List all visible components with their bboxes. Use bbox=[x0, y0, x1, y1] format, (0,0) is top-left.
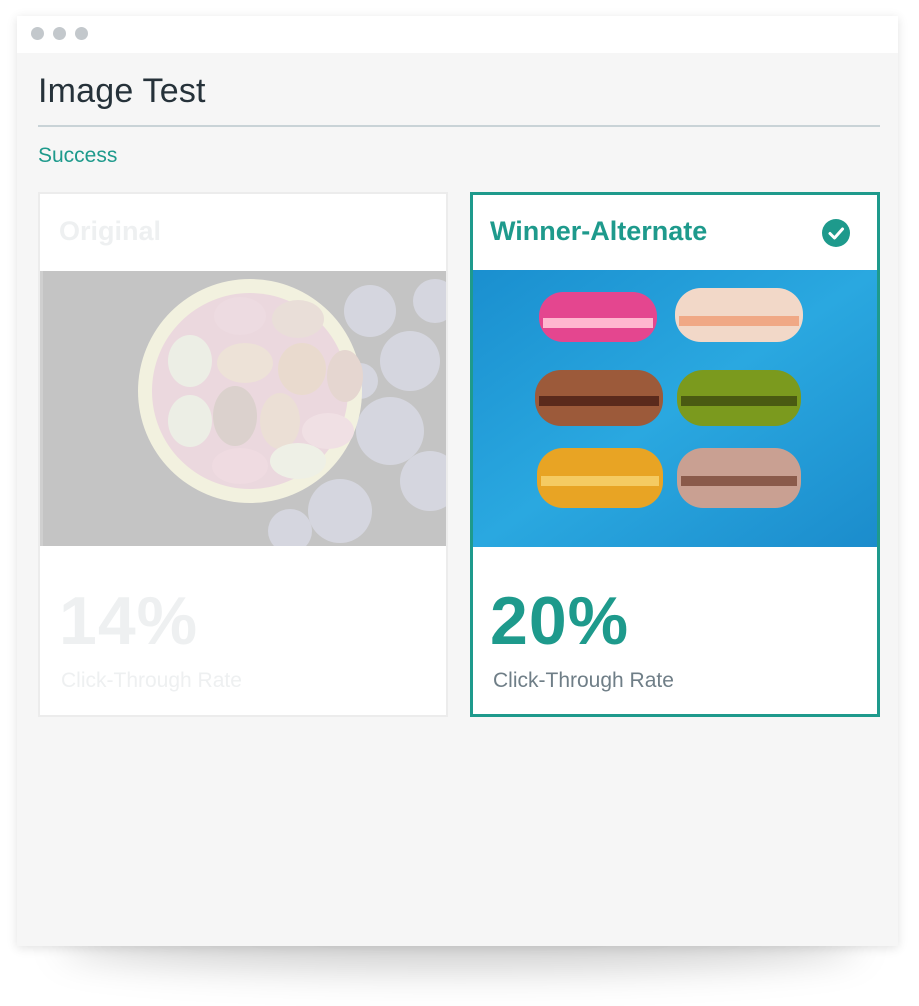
variant-title: Original bbox=[59, 216, 162, 246]
variant-metric-label: Click-Through Rate bbox=[61, 669, 242, 692]
window-minimize-dot[interactable] bbox=[53, 27, 66, 40]
variant-card-header: Winner-Alternate bbox=[473, 195, 877, 272]
title-divider bbox=[38, 125, 880, 127]
variant-image-original bbox=[40, 271, 446, 546]
status-label: Success bbox=[38, 144, 118, 167]
window-maximize-dot[interactable] bbox=[75, 27, 88, 40]
variant-card-original[interactable]: Original 14% Click-Through Rate bbox=[38, 192, 448, 717]
check-circle-icon bbox=[822, 219, 850, 247]
page-title: Image Test bbox=[38, 72, 206, 110]
variant-image-winner bbox=[473, 270, 877, 547]
variant-card-header: Original bbox=[40, 194, 446, 271]
variant-title: Winner-Alternate bbox=[490, 216, 708, 246]
variant-card-winner[interactable]: Winner-Alternate 20% Click-Through Rate bbox=[470, 192, 880, 717]
variant-metric-label: Click-Through Rate bbox=[493, 669, 674, 692]
variant-rate: 14% bbox=[59, 583, 199, 659]
variant-rate: 20% bbox=[490, 583, 630, 659]
window-close-dot[interactable] bbox=[31, 27, 44, 40]
window-titlebar bbox=[17, 16, 898, 53]
app-window: Image Test Success Original 14% Click-Th… bbox=[17, 16, 898, 946]
